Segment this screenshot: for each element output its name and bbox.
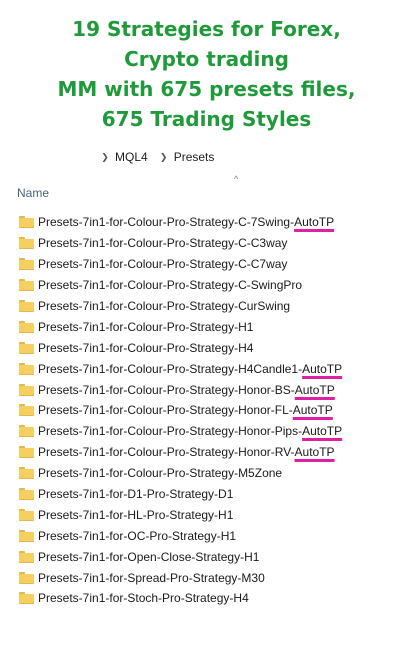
- file-name: Presets-7in1-for-Open-Close-Strategy-H1: [38, 549, 260, 564]
- file-list-item[interactable]: Presets-7in1-for-Colour-Pro-Strategy-Hon…: [19, 421, 342, 442]
- autotp-highlight: AutoTP: [294, 215, 335, 230]
- banner-line-4: 675 Trading Styles: [101, 107, 312, 131]
- file-list-item[interactable]: Presets-7in1-for-Colour-Pro-Strategy-H4: [19, 337, 342, 358]
- column-header-name[interactable]: Name: [17, 186, 49, 200]
- breadcrumb-item-mql4[interactable]: MQL4: [115, 150, 148, 164]
- file-name: Presets-7in1-for-Colour-Pro-Strategy-Cur…: [38, 299, 291, 313]
- folder-icon: [19, 425, 34, 438]
- folder-icon: [19, 341, 34, 354]
- file-list-item[interactable]: Presets-7in1-for-Colour-Pro-Strategy-C-C…: [19, 254, 342, 275]
- breadcrumb-item-presets[interactable]: Presets: [174, 150, 215, 164]
- file-name: Presets-7in1-for-Colour-Pro-Strategy-H1: [38, 319, 254, 334]
- file-name: Presets-7in1-for-Colour-Pro-Strategy-M5Z…: [38, 466, 283, 481]
- file-name: Presets-7in1-for-D1-Pro-Strategy-D1: [38, 487, 234, 502]
- folder-icon: [19, 320, 34, 333]
- file-name: Presets-7in1-for-Colour-Pro-Strategy-Hon…: [38, 403, 293, 418]
- folder-icon: [19, 237, 34, 250]
- file-list-item[interactable]: Presets-7in1-for-Colour-Pro-Strategy-C-7…: [19, 212, 342, 233]
- file-name: Presets-7in1-for-OC-Pro-Strategy-H1: [38, 528, 237, 543]
- file-list-item[interactable]: Presets-7in1-for-D1-Pro-Strategy-D1: [19, 484, 342, 505]
- file-list-item[interactable]: Presets-7in1-for-Colour-Pro-Strategy-Hon…: [19, 442, 342, 463]
- file-list-item[interactable]: Presets-7in1-for-Open-Close-Strategy-H1: [19, 546, 342, 567]
- banner-line-1: 19 Strategies for Forex,: [72, 17, 341, 41]
- file-name: Presets-7in1-for-Colour-Pro-Strategy-H4C…: [38, 361, 303, 376]
- folder-icon: [19, 446, 34, 459]
- file-name: Presets-7in1-for-Colour-Pro-Strategy-Hon…: [38, 445, 295, 460]
- file-list-item[interactable]: Presets-7in1-for-Colour-Pro-Strategy-Cur…: [19, 296, 342, 317]
- autotp-highlight: AutoTP: [302, 361, 343, 376]
- folder-icon: [19, 467, 34, 480]
- chevron-right-icon[interactable]: ❯: [99, 152, 111, 163]
- autotp-highlight: AutoTP: [294, 445, 335, 460]
- folder-icon: [19, 550, 34, 563]
- breadcrumb: ❯ MQL4 ❯ Presets: [99, 148, 214, 166]
- file-name: Presets-7in1-for-HL-Pro-Strategy-H1: [38, 507, 234, 522]
- chevron-right-icon[interactable]: ❯: [158, 152, 170, 163]
- sort-ascending-icon: ^: [234, 174, 239, 184]
- file-name: Presets-7in1-for-Colour-Pro-Strategy-C-C…: [38, 236, 288, 251]
- folder-icon: [19, 592, 34, 605]
- folder-icon: [19, 258, 34, 271]
- banner-line-2: Crypto trading: [124, 47, 289, 71]
- file-name: Presets-7in1-for-Colour-Pro-Strategy-Hon…: [38, 382, 295, 397]
- file-list-item[interactable]: Presets-7in1-for-Colour-Pro-Strategy-H4C…: [19, 358, 342, 379]
- folder-icon: [19, 383, 34, 396]
- file-name: Presets-7in1-for-Stoch-Pro-Strategy-H4: [38, 591, 249, 606]
- folder-icon: [19, 279, 34, 292]
- folder-icon: [19, 488, 34, 501]
- file-list-item[interactable]: Presets-7in1-for-OC-Pro-Strategy-H1: [19, 525, 342, 546]
- file-name: Presets-7in1-for-Spread-Pro-Strategy-M30: [38, 570, 265, 585]
- autotp-highlight: AutoTP: [302, 424, 343, 439]
- file-list-item[interactable]: Presets-7in1-for-Colour-Pro-Strategy-M5Z…: [19, 463, 342, 484]
- file-list-item[interactable]: Presets-7in1-for-Colour-Pro-Strategy-C-S…: [19, 275, 342, 296]
- file-name: Presets-7in1-for-Colour-Pro-Strategy-C-C…: [38, 257, 288, 272]
- folder-icon: [19, 404, 34, 417]
- folder-icon: [19, 508, 34, 521]
- autotp-highlight: AutoTP: [292, 403, 333, 418]
- folder-icon: [19, 529, 34, 542]
- folder-icon: [19, 362, 34, 375]
- file-list-item[interactable]: Presets-7in1-for-Colour-Pro-Strategy-C-C…: [19, 233, 342, 254]
- autotp-highlight: AutoTP: [294, 382, 335, 397]
- promo-banner: 19 Strategies for Forex, Crypto trading …: [0, 14, 413, 134]
- banner-line-3: MM with 675 presets files,: [57, 77, 356, 101]
- file-list-item[interactable]: Presets-7in1-for-Colour-Pro-Strategy-Hon…: [19, 400, 342, 421]
- file-name: Presets-7in1-for-Colour-Pro-Strategy-C-S…: [38, 278, 303, 293]
- folder-icon: [19, 300, 34, 312]
- file-list-item[interactable]: Presets-7in1-for-Colour-Pro-Strategy-Hon…: [19, 379, 342, 400]
- file-name: Presets-7in1-for-Colour-Pro-Strategy-H4: [38, 340, 254, 355]
- folder-icon: [19, 571, 34, 584]
- file-list-item[interactable]: Presets-7in1-for-Colour-Pro-Strategy-H1: [19, 316, 342, 337]
- folder-icon: [19, 216, 34, 229]
- file-list-item[interactable]: Presets-7in1-for-HL-Pro-Strategy-H1: [19, 504, 342, 525]
- file-name: Presets-7in1-for-Colour-Pro-Strategy-Hon…: [38, 424, 303, 439]
- file-name: Presets-7in1-for-Colour-Pro-Strategy-C-7…: [38, 215, 295, 230]
- file-list: Presets-7in1-for-Colour-Pro-Strategy-C-7…: [19, 212, 342, 609]
- file-list-item[interactable]: Presets-7in1-for-Spread-Pro-Strategy-M30: [19, 567, 342, 588]
- file-list-item[interactable]: Presets-7in1-for-Stoch-Pro-Strategy-H4: [19, 588, 342, 609]
